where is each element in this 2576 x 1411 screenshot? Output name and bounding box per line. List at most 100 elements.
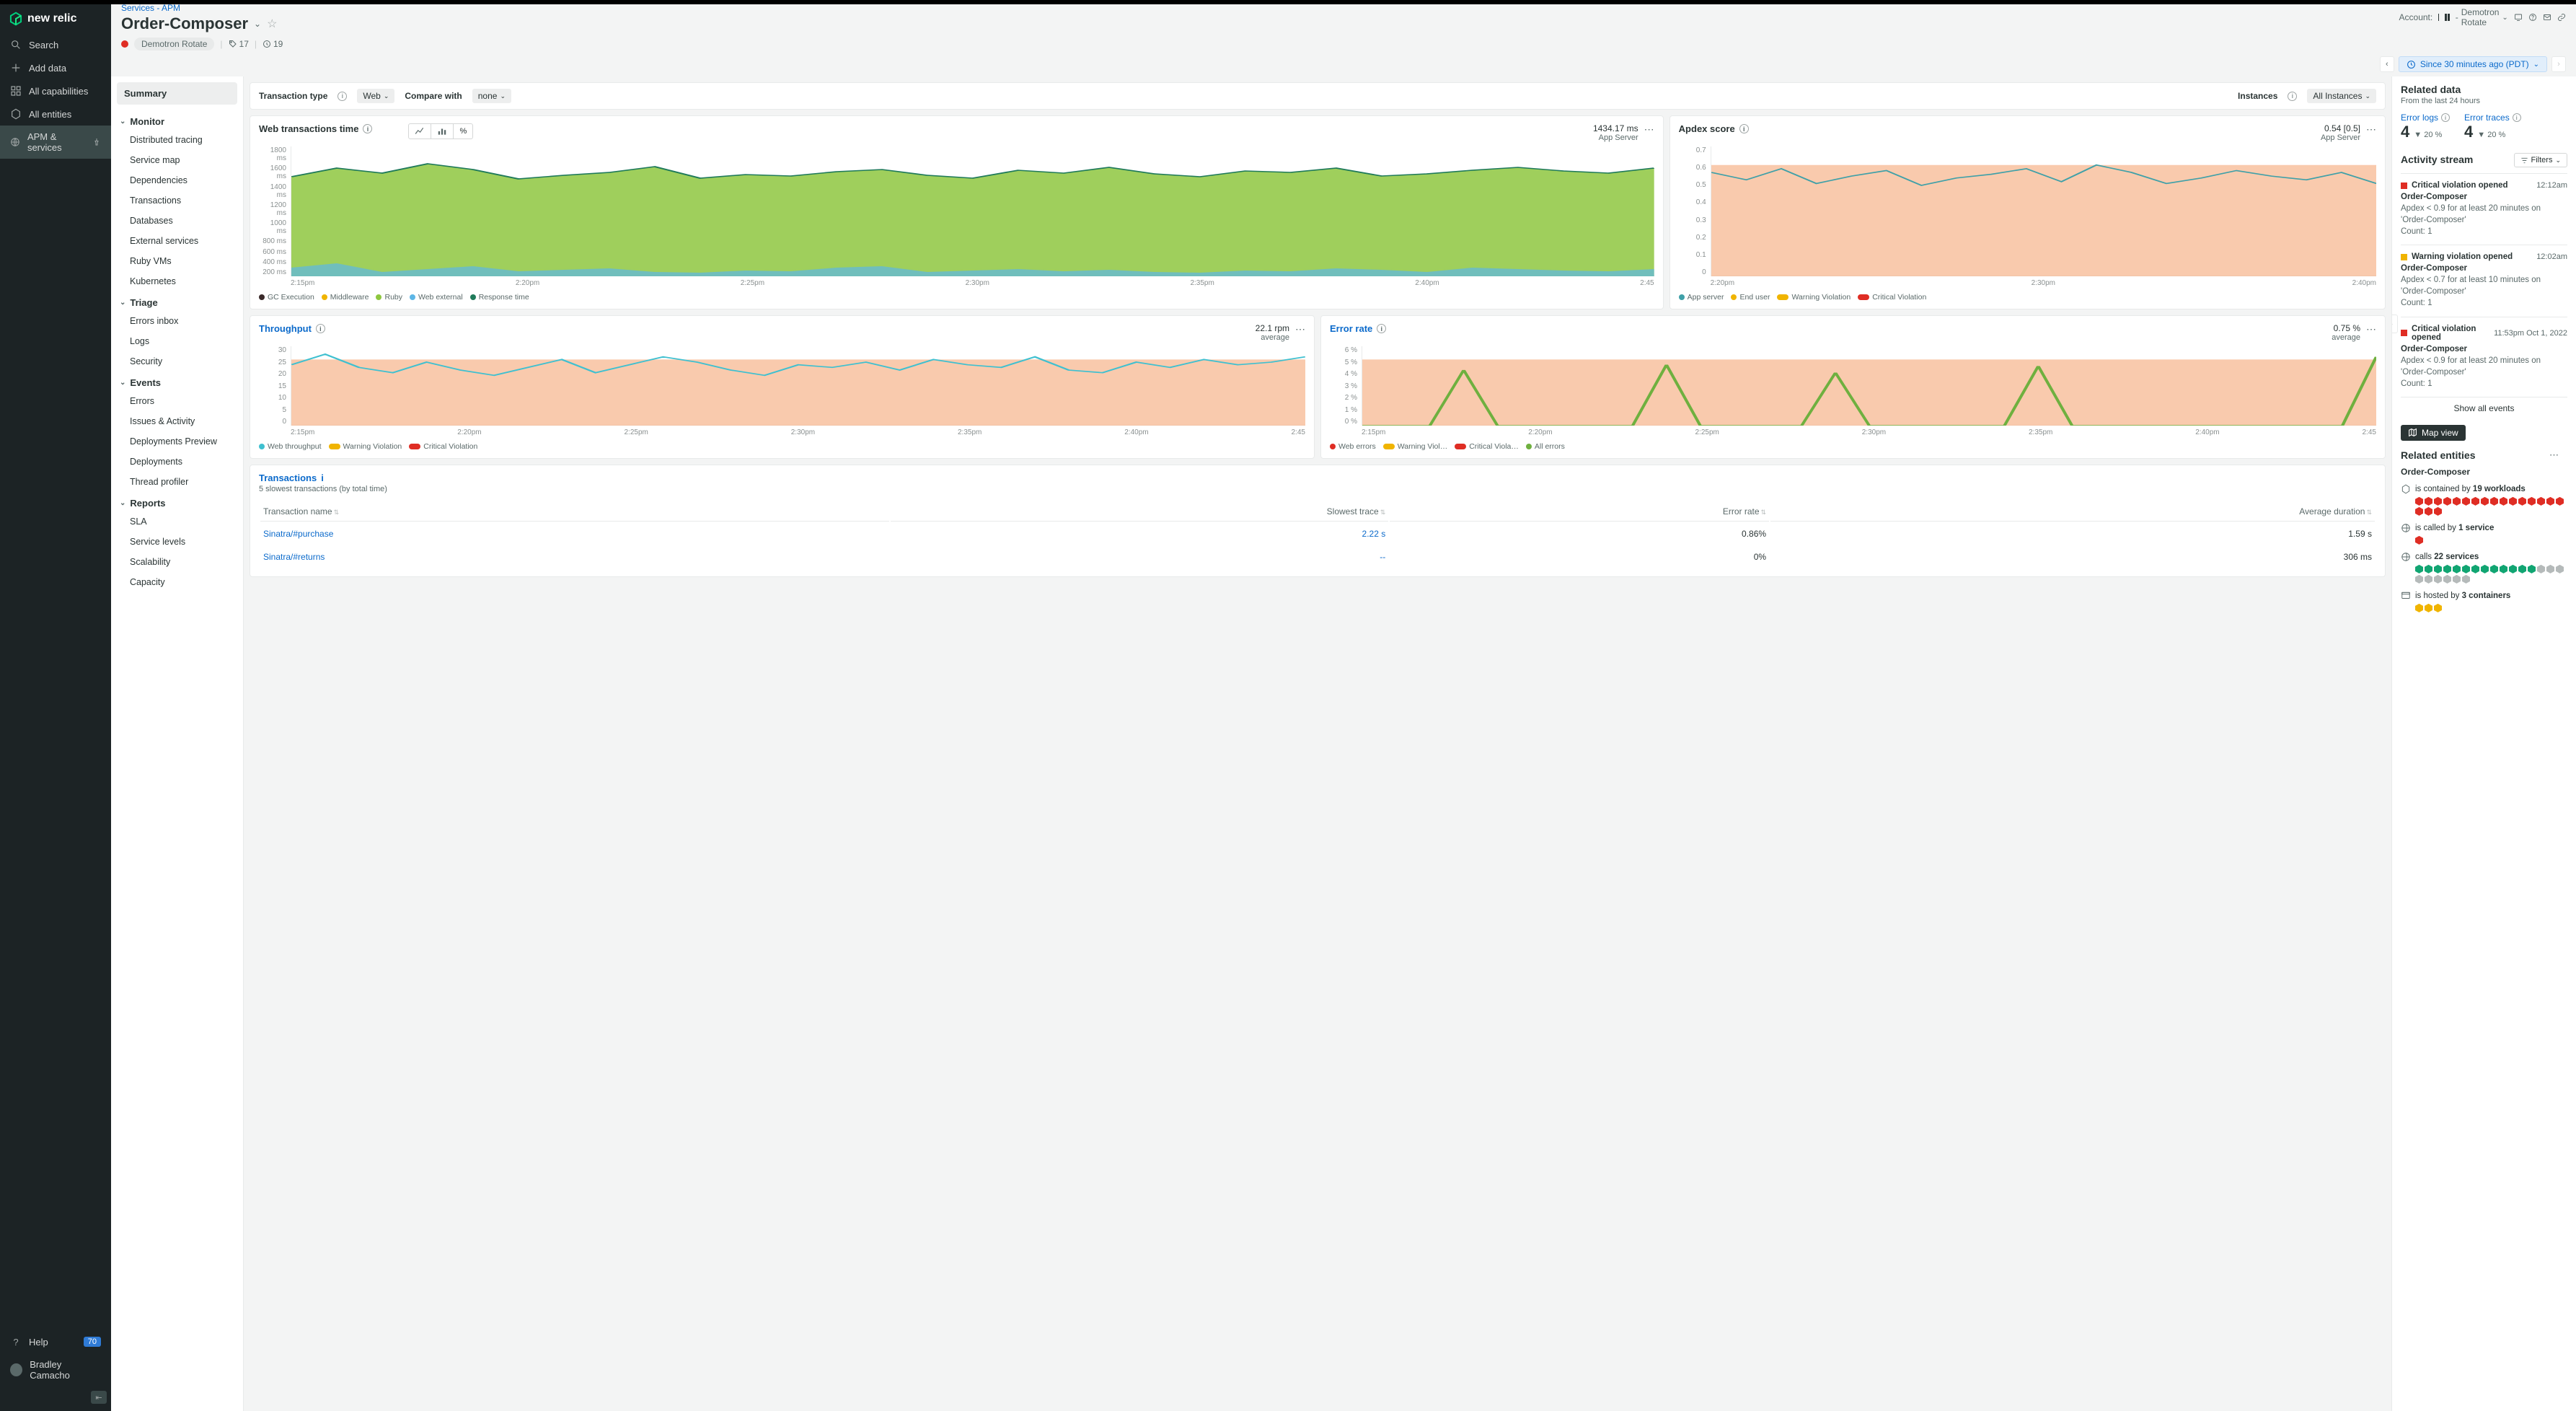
table-header[interactable]: Transaction name⇅ <box>260 502 889 522</box>
legend-item[interactable]: Response time <box>470 293 529 302</box>
entity-hex-icon[interactable] <box>2415 497 2423 506</box>
percent-icon[interactable]: % <box>454 124 472 139</box>
filters-button[interactable]: Filters⌄ <box>2514 153 2568 167</box>
info-icon[interactable]: i <box>321 472 324 483</box>
subnav-link-issues-activity[interactable]: Issues & Activity <box>117 411 237 431</box>
entity-hex-icon[interactable] <box>2443 565 2451 573</box>
activity-event[interactable]: Warning violation opened12:02amOrder-Com… <box>2401 245 2567 316</box>
entity-hex-icon[interactable] <box>2500 497 2507 506</box>
subnav-link-capacity[interactable]: Capacity <box>117 572 237 592</box>
account-dropdown[interactable]: -Demotron Rotate⌄ <box>2456 7 2508 27</box>
subnav-group-monitor[interactable]: ⌄Monitor <box>117 110 237 130</box>
related-entity-item[interactable]: is called by 1 service <box>2401 523 2567 545</box>
subnav-link-external-services[interactable]: External services <box>117 231 237 251</box>
sort-icon[interactable]: ⇅ <box>1761 509 1767 516</box>
info-icon[interactable]: i <box>1377 324 1386 333</box>
compare-select[interactable]: none⌄ <box>472 89 511 103</box>
entity-hex-icon[interactable] <box>2490 565 2498 573</box>
legend-item[interactable]: GC Execution <box>259 293 314 302</box>
sort-icon[interactable]: ⇅ <box>1380 509 1386 516</box>
legend-item[interactable]: Critical Viola… <box>1455 442 1519 451</box>
legend-item[interactable]: Middleware <box>322 293 369 302</box>
entity-hex-icon[interactable] <box>2481 565 2489 573</box>
table-header[interactable]: Slowest trace⇅ <box>891 502 1388 522</box>
subnav-summary[interactable]: Summary <box>117 82 237 105</box>
info-icon[interactable]: i <box>2441 113 2450 122</box>
info-icon[interactable]: i <box>363 124 372 133</box>
entity-hex-icon[interactable] <box>2415 604 2423 612</box>
subnav-group-events[interactable]: ⌄Events <box>117 372 237 391</box>
subnav-link-transactions[interactable]: Transactions <box>117 190 237 211</box>
related-entity-item[interactable]: calls 22 services <box>2401 552 2567 584</box>
subnav-link-databases[interactable]: Databases <box>117 211 237 231</box>
entity-hex-icon[interactable] <box>2471 497 2479 506</box>
user-menu[interactable]: Bradley Camacho <box>0 1353 111 1386</box>
subnav-group-triage[interactable]: ⌄Triage <box>117 291 237 311</box>
entity-hex-icon[interactable] <box>2453 565 2461 573</box>
link-icon[interactable] <box>2557 13 2566 22</box>
card-menu-icon[interactable]: ⋯ <box>1295 323 1305 335</box>
subnav-link-service-levels[interactable]: Service levels <box>117 532 237 552</box>
entity-hex-icon[interactable] <box>2415 565 2423 573</box>
info-icon[interactable]: i <box>2513 113 2521 122</box>
entity-hex-icon[interactable] <box>2490 497 2498 506</box>
entity-hex-icon[interactable] <box>2415 536 2423 545</box>
legend-item[interactable]: End user <box>1731 293 1770 302</box>
sort-icon[interactable]: ⇅ <box>334 509 340 516</box>
time-prev-button[interactable]: ‹ <box>2380 56 2394 72</box>
entity-hex-icon[interactable] <box>2425 507 2432 516</box>
bar-chart-icon[interactable] <box>431 124 454 139</box>
entity-hex-icon[interactable] <box>2556 565 2564 573</box>
legend-item[interactable]: Web throughput <box>259 442 322 451</box>
legend-item[interactable]: Warning Viol… <box>1383 442 1447 451</box>
subnav-link-deployments[interactable]: Deployments <box>117 452 237 472</box>
activity-event[interactable]: Critical violation opened12:12amOrder-Co… <box>2401 173 2567 245</box>
entity-hex-icon[interactable] <box>2500 565 2507 573</box>
tags-icon[interactable]: 17 <box>229 39 249 49</box>
related-entity-item[interactable]: is hosted by 3 containers <box>2401 591 2567 612</box>
entity-hex-icon[interactable] <box>2471 565 2479 573</box>
title-dropdown-icon[interactable]: ⌄ <box>254 19 261 29</box>
entity-hex-icon[interactable] <box>2425 565 2432 573</box>
entity-hex-icon[interactable] <box>2509 497 2517 506</box>
entity-hex-icon[interactable] <box>2434 575 2442 584</box>
legend-item[interactable]: Critical Violation <box>409 442 477 451</box>
entity-hex-icon[interactable] <box>2546 497 2554 506</box>
subnav-link-ruby-vms[interactable]: Ruby VMs <box>117 251 237 271</box>
entity-hex-icon[interactable] <box>2434 507 2442 516</box>
info-icon[interactable]: i <box>2288 92 2297 101</box>
subnav-link-scalability[interactable]: Scalability <box>117 552 237 572</box>
info-icon[interactable]: i <box>316 324 325 333</box>
card-menu-icon[interactable]: ⋯ <box>2366 123 2376 136</box>
entity-hex-icon[interactable] <box>2481 497 2489 506</box>
entity-hex-icon[interactable] <box>2415 575 2423 584</box>
sidebar-item-apm-services[interactable]: APM & services <box>0 126 111 159</box>
entity-hex-icon[interactable] <box>2509 565 2517 573</box>
entity-hex-icon[interactable] <box>2528 565 2536 573</box>
legend-item[interactable]: Web errors <box>1330 442 1376 451</box>
subnav-group-reports[interactable]: ⌄Reports <box>117 492 237 511</box>
related-entity-item[interactable]: is contained by 19 workloads <box>2401 484 2567 516</box>
help-link[interactable]: ? Help 70 <box>0 1330 111 1353</box>
entity-hex-icon[interactable] <box>2556 497 2564 506</box>
error-traces-kpi[interactable]: Error tracesi 4▼ 20 % <box>2464 113 2521 141</box>
entity-hex-icon[interactable] <box>2434 565 2442 573</box>
show-all-events-button[interactable]: Show all events <box>2401 397 2567 419</box>
help-circle-icon[interactable] <box>2528 13 2537 22</box>
entity-hex-icon[interactable] <box>2425 497 2432 506</box>
table-row[interactable]: Sinatra/#returns--0%306 ms <box>260 546 2375 568</box>
subnav-link-service-map[interactable]: Service map <box>117 150 237 170</box>
entity-hex-icon[interactable] <box>2453 497 2461 506</box>
time-range-picker[interactable]: Since 30 minutes ago (PDT) ⌄ <box>2399 56 2547 72</box>
subnav-link-kubernetes[interactable]: Kubernetes <box>117 271 237 291</box>
error-logs-kpi[interactable]: Error logsi 4▼ 20 % <box>2401 113 2450 141</box>
subnav-link-errors-inbox[interactable]: Errors inbox <box>117 311 237 331</box>
pin-icon[interactable] <box>92 138 101 146</box>
sidebar-item-add-data[interactable]: Add data <box>0 56 111 79</box>
card-menu-icon[interactable]: ⋯ <box>2366 323 2376 335</box>
subnav-link-deployments-preview[interactable]: Deployments Preview <box>117 431 237 452</box>
subnav-link-errors[interactable]: Errors <box>117 391 237 411</box>
chart-type-toggle[interactable]: % <box>408 123 473 139</box>
line-chart-icon[interactable] <box>409 124 431 139</box>
sidebar-item-all-capabilities[interactable]: All capabilities <box>0 79 111 102</box>
